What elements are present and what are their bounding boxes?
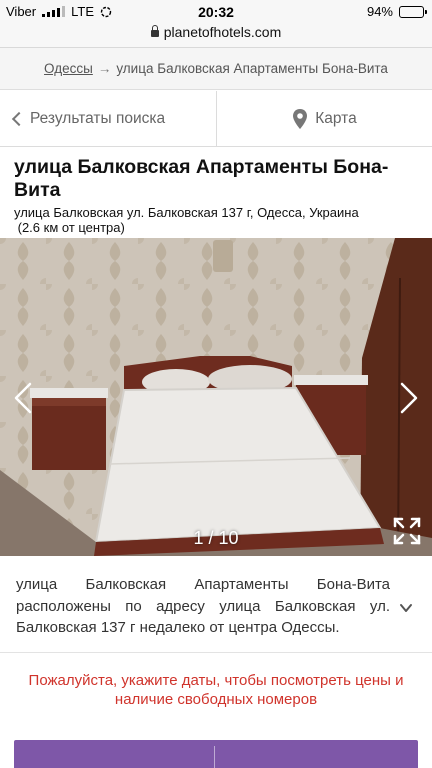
back-to-results-button[interactable]: Результаты поиска	[0, 91, 217, 147]
hotel-address: улица Балковская ул. Балковская 137 г, О…	[14, 205, 418, 235]
map-button[interactable]: Карта	[217, 91, 432, 146]
back-to-results-label: Результаты поиска	[30, 110, 166, 127]
breadcrumb-current: улица Балковская Апартаменты Бона-Вита	[116, 61, 388, 76]
breadcrumb-separator: →	[97, 61, 112, 76]
breadcrumb: Одессы → улица Балковская Апартаменты Бо…	[0, 48, 432, 90]
booking-bar-divider	[214, 746, 215, 768]
booking-dates-bar[interactable]	[14, 740, 418, 768]
hotel-title: улица Балковская Апартаменты Бона-Вита	[14, 156, 389, 201]
navigation-row: Результаты поиска Карта	[0, 91, 432, 147]
map-label: Карта	[315, 109, 357, 127]
prev-photo-button[interactable]	[6, 378, 40, 418]
fullscreen-icon[interactable]	[392, 516, 422, 546]
address-bar[interactable]: planetofhotels.com	[0, 24, 432, 44]
breadcrumb-link-odessa[interactable]: Одессы	[44, 61, 93, 76]
map-pin-icon	[293, 108, 308, 129]
divider	[0, 652, 432, 653]
lock-icon	[150, 25, 159, 37]
distance-from-center: (2.6 км от центра)	[14, 220, 418, 235]
expand-description-button[interactable]	[399, 601, 413, 615]
room-photo	[0, 238, 432, 556]
address-line: улица Балковская ул. Балковская 137 г, О…	[14, 205, 359, 220]
hotel-description: улица Балковская Апартаменты Бона-Вита р…	[16, 576, 390, 636]
battery-icon	[399, 5, 427, 18]
status-right: 94%	[366, 4, 427, 19]
next-photo-button[interactable]	[392, 378, 426, 418]
photo-counter: 1 / 10	[193, 528, 239, 548]
chevron-left-icon	[11, 111, 27, 127]
distance-text: (2.6 км от центра)	[17, 220, 125, 235]
status-bar: Viber LTE 20:32 94%	[0, 0, 432, 24]
url-text: planetofhotels.com	[163, 24, 282, 40]
dates-notice: Пожалуйста, укажите даты, чтобы посмотре…	[28, 672, 404, 708]
battery-percent: 94%	[366, 4, 393, 19]
photo-gallery[interactable]: 1 / 10	[0, 238, 432, 556]
